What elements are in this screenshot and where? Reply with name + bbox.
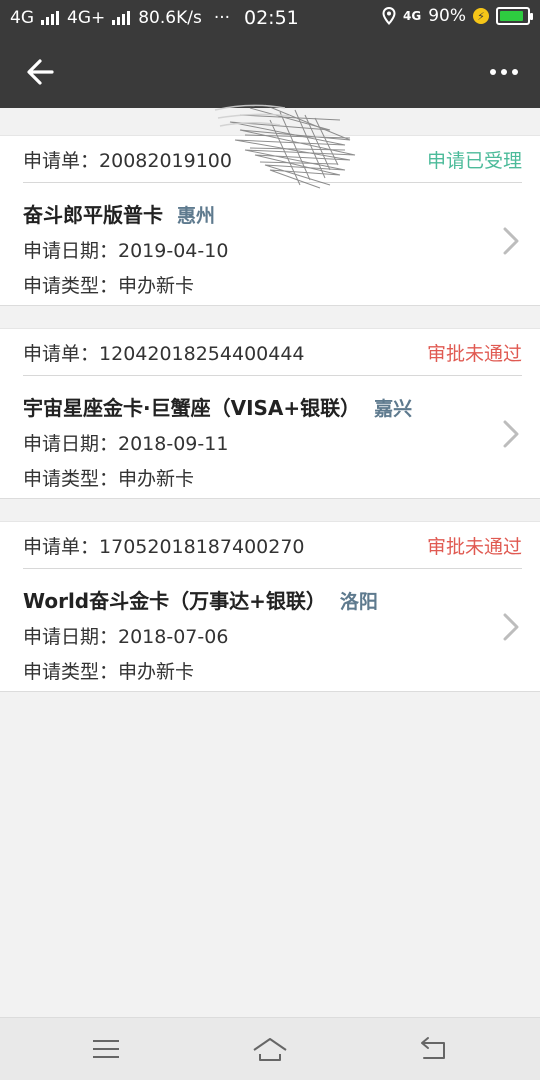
chevron-right-icon (503, 227, 519, 255)
application-date: 申请日期：2018-07-06 (23, 626, 229, 648)
more-notifications: ··· (213, 8, 231, 28)
application-number-label: 申请单： (23, 342, 100, 365)
network-speed: 80.6K/s (138, 8, 202, 28)
application-number: 申请单：12042018254400444 (23, 339, 305, 366)
card-header: 申请单：17052018187400270 审批未通过 (23, 522, 522, 569)
card-header: 申请单：12042018254400444 审批未通过 (23, 329, 522, 376)
menu-icon[interactable] (86, 1034, 126, 1064)
charging-icon: ⚡ (473, 8, 489, 24)
system-nav-bar (0, 1017, 540, 1080)
location-icon (382, 7, 396, 25)
return-icon[interactable] (414, 1034, 454, 1064)
status-badge: 申请已受理 (426, 149, 522, 172)
card-name: 奋斗郎平版普卡 (23, 203, 163, 227)
card-city: 嘉兴 (374, 398, 413, 420)
application-type: 申请类型：申办新卡 (23, 275, 195, 297)
application-card[interactable]: 申请单：17052018187400270 审批未通过 World奋斗金卡（万事… (0, 521, 540, 692)
card-body: 奋斗郎平版普卡 惠州 申请日期：2019-04-10 申请类型：申办新卡 (23, 183, 503, 298)
card-name: 宇宙星座金卡·巨蟹座（VISA+银联） (23, 396, 361, 420)
card-city: 洛阳 (339, 591, 378, 613)
back-button[interactable] (22, 54, 62, 90)
status-badge: 审批未通过 (426, 342, 522, 365)
network-label-3: 4G (403, 9, 422, 23)
status-right: 4G 90% ⚡ (382, 6, 533, 26)
signal-icon (112, 11, 131, 25)
battery-percent: 90% (428, 6, 466, 26)
card-body: 宇宙星座金卡·巨蟹座（VISA+银联） 嘉兴 申请日期：2018-09-11 申… (23, 376, 503, 491)
card-body: World奋斗金卡（万事达+银联） 洛阳 申请日期：2018-07-06 申请类… (23, 569, 503, 684)
application-number: 申请单：17052018187400270 (23, 532, 305, 559)
dot-icon (501, 69, 507, 75)
redaction-scribble (214, 104, 356, 189)
application-number-value: 17052018187400270 (99, 535, 305, 558)
application-type: 申请类型：申办新卡 (23, 468, 195, 490)
network-label-1: 4G (10, 8, 34, 28)
application-date: 申请日期：2018-09-11 (23, 433, 229, 455)
application-date: 申请日期：2019-04-10 (23, 240, 229, 262)
dot-icon (512, 69, 518, 75)
dot-icon (490, 69, 496, 75)
chevron-right-icon (503, 613, 519, 641)
chevron-right-icon (503, 420, 519, 448)
more-button[interactable] (484, 60, 524, 84)
home-icon[interactable] (250, 1034, 290, 1064)
application-number-label: 申请单： (23, 149, 100, 172)
application-number-value: 12042018254400444 (99, 342, 305, 365)
card-city: 惠州 (177, 205, 216, 227)
card-name: World奋斗金卡（万事达+银联） (23, 589, 326, 613)
arrow-left-icon (27, 59, 54, 85)
signal-icon (41, 11, 59, 25)
network-label-2: 4G+ (67, 8, 106, 28)
status-left: 4G 4G+ 80.6K/s ··· (10, 8, 230, 28)
title-bar (0, 36, 540, 108)
application-number: 申请单：20082019100 (23, 146, 232, 173)
battery-icon (496, 7, 533, 25)
status-badge: 审批未通过 (426, 535, 522, 558)
status-bar: 4G 4G+ 80.6K/s ··· 02:51 4G 90% ⚡ (0, 0, 540, 36)
application-type: 申请类型：申办新卡 (23, 661, 195, 683)
application-card[interactable]: 申请单：12042018254400444 审批未通过 宇宙星座金卡·巨蟹座（V… (0, 328, 540, 499)
application-number-label: 申请单： (23, 535, 100, 558)
clock: 02:51 (244, 7, 299, 29)
